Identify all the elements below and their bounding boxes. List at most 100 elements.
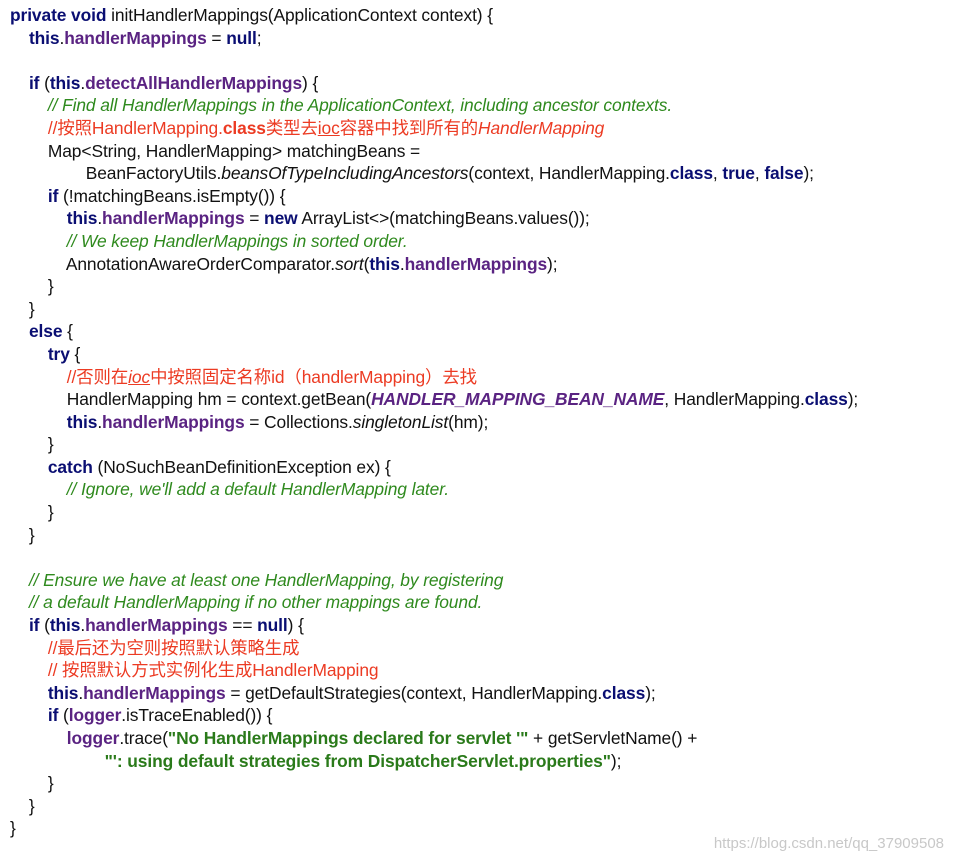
code-text: ; [256, 27, 262, 48]
code-text: { [69, 343, 81, 364]
field-name: handlerMappings [83, 682, 226, 703]
field-name: handlerMappings [64, 27, 207, 48]
code-line: this.handlerMappings = new ArrayList<>(m… [10, 207, 952, 230]
annotation-note: //否则在 [66, 366, 129, 387]
code-text: + getServletName() + [528, 728, 698, 748]
code-text: } [10, 773, 54, 794]
code-line: // We keep HandlerMappings in sorted ord… [10, 230, 952, 253]
code-line: this.handlerMappings = getDefaultStrateg… [10, 682, 952, 705]
code-text: ArrayList<>(matchingBeans.values()); [297, 208, 590, 229]
field-name: handlerMappings [102, 208, 245, 229]
code-line: Map<String, HandlerMapping> matchingBean… [10, 140, 952, 163]
keyword: this [369, 253, 400, 274]
code-line: logger.trace("No HandlerMappings declare… [10, 727, 952, 750]
code-text: .isTraceEnabled()) { [121, 705, 273, 726]
code-comment: // a default HandlerMapping if no other … [28, 592, 483, 613]
code-text: (NoSuchBeanDefinitionException ex) { [92, 456, 391, 477]
code-text: = [244, 208, 265, 229]
code-text: } [10, 524, 35, 545]
code-line: } [10, 772, 952, 795]
field-name: logger [66, 728, 120, 748]
annotation-note: ioc [128, 366, 151, 387]
code-comment: // Ensure we have at least one HandlerMa… [28, 569, 504, 590]
keyword: this [49, 615, 81, 636]
code-line: // a default HandlerMapping if no other … [10, 591, 952, 614]
code-line: } [10, 795, 952, 818]
code-line: this.handlerMappings = Collections.singl… [10, 411, 952, 434]
keyword: false [764, 163, 804, 184]
code-text: } [10, 818, 16, 839]
code-text: } [10, 502, 54, 523]
annotation-note: HandlerMapping [478, 117, 605, 138]
code-text: ( [39, 615, 50, 636]
keyword: this [66, 208, 98, 229]
code-line: if (logger.isTraceEnabled()) { [10, 704, 952, 727]
field-name: logger [68, 705, 122, 726]
code-text: ( [39, 72, 50, 93]
code-text: (!matchingBeans.isEmpty()) { [58, 185, 286, 206]
code-comment: // We keep HandlerMappings in sorted ord… [66, 230, 408, 251]
code-text: } [10, 795, 35, 816]
code-line: HandlerMapping hm = context.getBean(HAND… [10, 388, 952, 411]
code-text: ); [847, 389, 859, 410]
annotation-note: 容器中找到所有的 [339, 117, 479, 138]
code-line: } [10, 501, 952, 524]
code-line: } [10, 298, 952, 321]
code-text: , [754, 163, 765, 184]
code-text: Map<String, HandlerMapping> matchingBean… [10, 140, 421, 161]
code-line: "': using default strategies from Dispat… [10, 750, 952, 773]
annotation-note: class [222, 117, 266, 138]
code-text: = getDefaultStrategies(context, HandlerM… [225, 682, 603, 703]
code-line: //否则在ioc中按照固定名称id（handlerMapping）去找 [10, 366, 952, 389]
code-line: if (!matchingBeans.isEmpty()) { [10, 185, 952, 208]
code-block: private void initHandlerMappings(Applica… [10, 4, 952, 840]
code-text: { [62, 321, 73, 342]
code-text: == [227, 615, 258, 636]
code-text: , HandlerMapping. [664, 389, 805, 410]
code-text: .trace( [119, 728, 168, 748]
code-text: ( [58, 705, 69, 726]
code-text: = [206, 27, 227, 48]
keyword: null [257, 615, 288, 636]
keyword: this [28, 27, 60, 48]
code-line: catch (NoSuchBeanDefinitionException ex)… [10, 456, 952, 479]
code-line: // Ensure we have at least one HandlerMa… [10, 569, 952, 592]
code-line: if (this.detectAllHandlerMappings) { [10, 72, 952, 95]
keyword: if [28, 72, 40, 93]
code-line: } [10, 433, 952, 456]
annotation-note: 中按照固定名称id（handlerMapping）去找 [150, 366, 477, 387]
code-text: } [10, 434, 54, 455]
annotation-note: 类型去 [265, 117, 318, 138]
code-line: BeanFactoryUtils.beansOfTypeIncludingAnc… [10, 162, 952, 185]
code-text: initHandlerMappings(ApplicationContext c… [111, 5, 493, 25]
code-text: ); [803, 163, 814, 184]
code-line: } [10, 524, 952, 547]
keyword: true [722, 163, 755, 184]
keyword: private void [10, 5, 112, 25]
code-comment: // Ignore, we'll add a default HandlerMa… [66, 479, 450, 500]
code-text: = Collections. [244, 411, 353, 432]
keyword: null [226, 27, 257, 48]
code-text: (context, HandlerMapping. [468, 163, 670, 184]
string-literal: "No HandlerMappings declared for servlet… [167, 728, 529, 748]
code-text: ) { [302, 72, 319, 93]
